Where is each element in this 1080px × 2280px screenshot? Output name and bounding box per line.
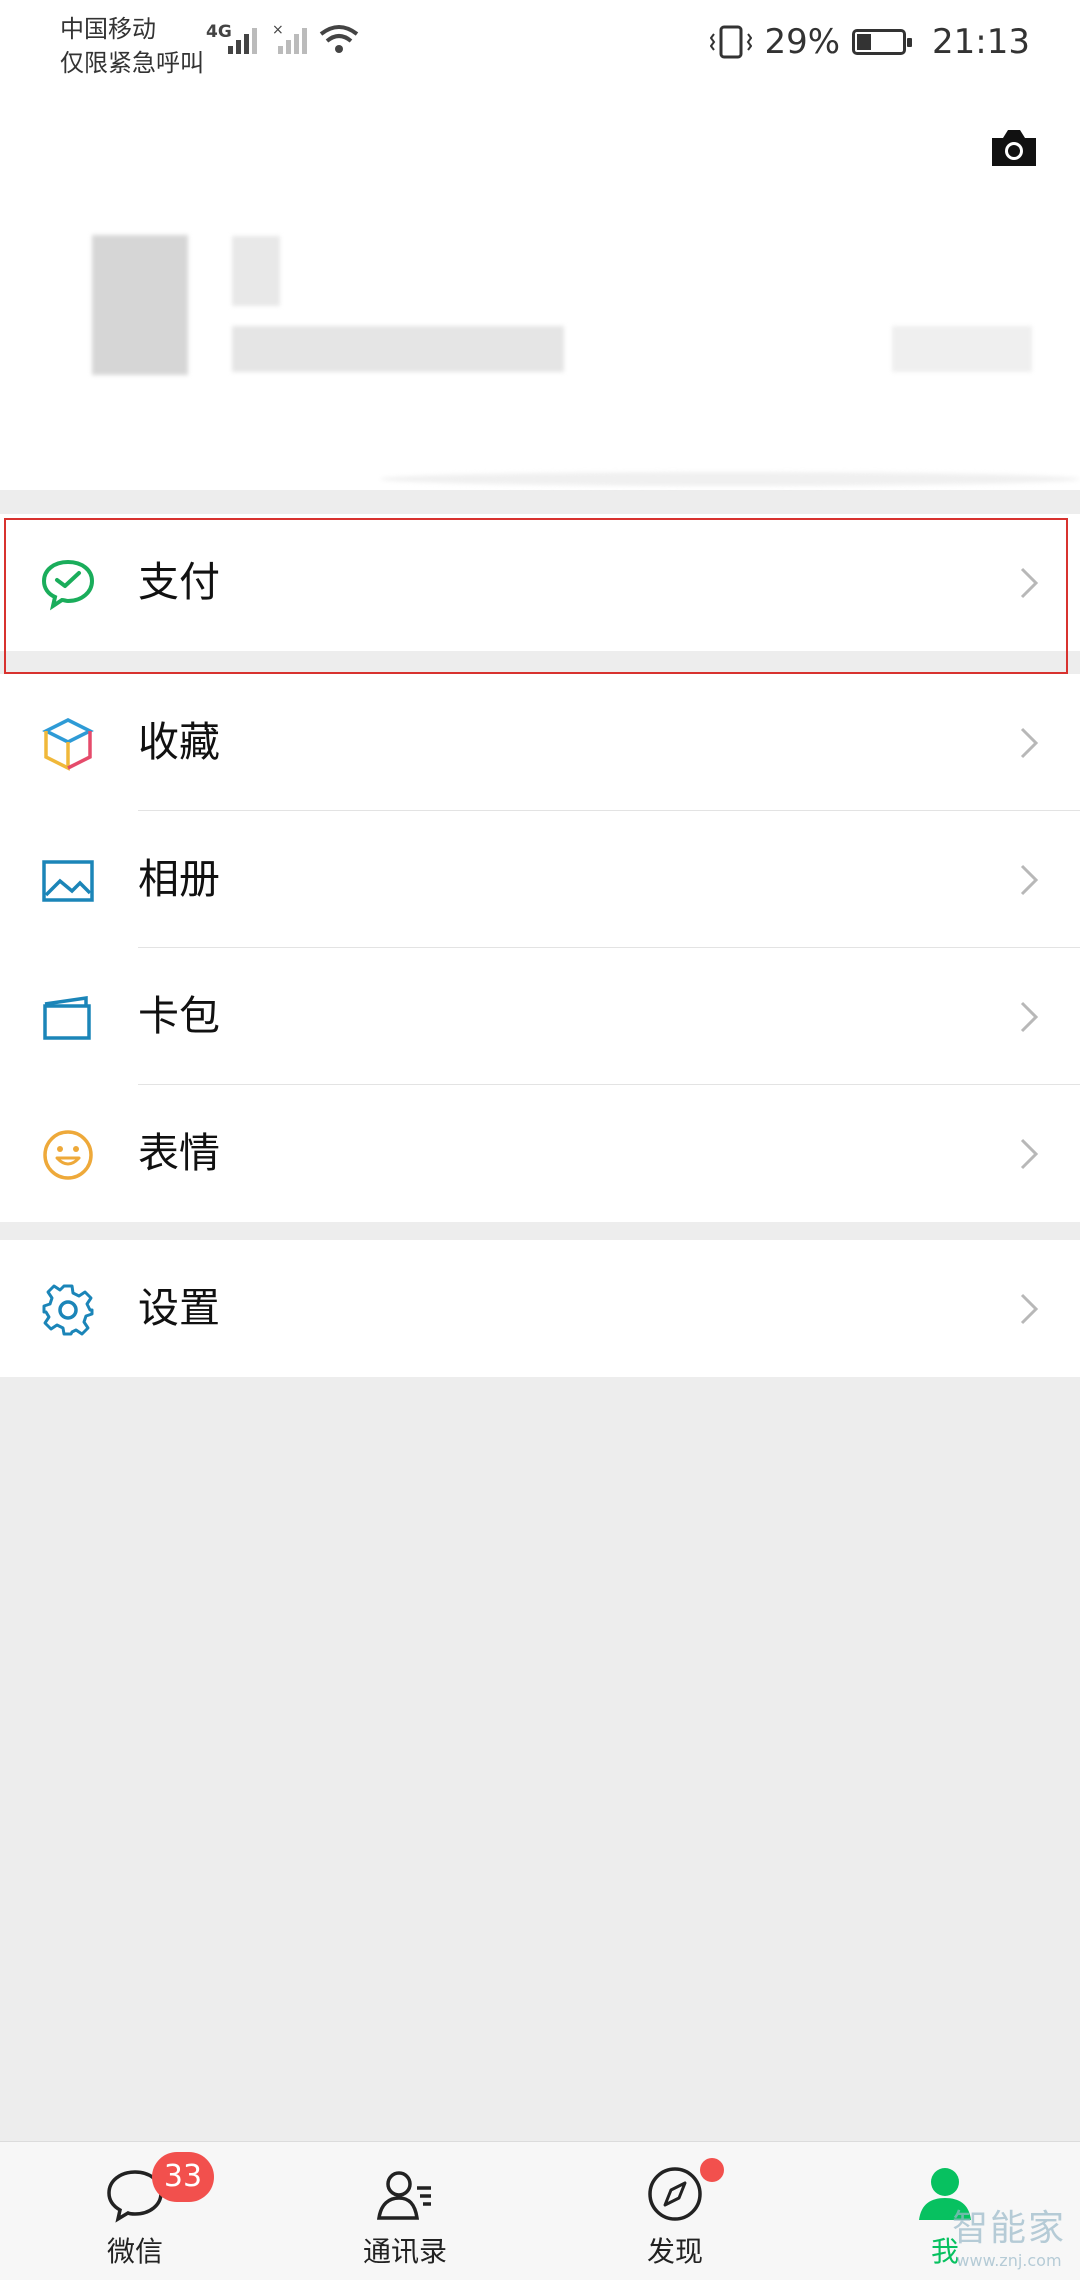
battery-icon [852, 29, 913, 55]
watermark: 智能家 www.znj.com [952, 2199, 1066, 2270]
cellular-signal-2-icon: × [272, 22, 307, 54]
menu-item-pay[interactable]: 支付 [0, 514, 1080, 651]
menu-item-album-label: 相册 [138, 855, 220, 903]
menu-item-stickers[interactable]: 表情 [0, 1085, 1080, 1222]
avatar[interactable] [92, 235, 188, 375]
compass-icon [648, 2167, 702, 2221]
favorites-cube-icon [42, 718, 94, 771]
chevron-right-icon [1020, 864, 1039, 896]
carrier-text: 中国移动 仅限紧急呼叫 [60, 12, 204, 80]
smiley-icon [43, 1130, 93, 1180]
wechat-id [232, 326, 564, 372]
contacts-icon [376, 2171, 431, 2220]
menu-item-cards[interactable]: 卡包 [0, 948, 1080, 1085]
camera-icon[interactable] [988, 126, 1040, 170]
menu-item-favorites[interactable]: 收藏 [0, 674, 1080, 811]
status-right: 29% 21:13 [710, 22, 1030, 62]
tab-bar: 33 微信 通讯录 发现 我 智能家 www.znj.com [0, 2141, 1080, 2280]
menu-item-pay-label: 支付 [138, 558, 220, 606]
wechat-pay-icon [41, 559, 95, 611]
nickname [232, 236, 280, 306]
tab-chats-label: 微信 [106, 2235, 163, 2268]
chevron-right-icon [1020, 1293, 1039, 1325]
unread-badge: 33 [152, 2152, 214, 2202]
clock: 21:13 [932, 22, 1030, 62]
tab-discover-label: 发现 [646, 2235, 703, 2268]
gear-icon [42, 1284, 94, 1336]
card-wallet-icon [43, 995, 91, 1040]
carrier-line1: 中国移动 [60, 15, 156, 43]
tab-contacts-label: 通讯录 [362, 2235, 447, 2268]
chevron-right-icon [1020, 567, 1039, 599]
menu-item-settings-label: 设置 [138, 1284, 220, 1332]
chevron-right-icon [1020, 727, 1039, 759]
svg-text:×: × [272, 22, 284, 38]
menu-item-album[interactable]: 相册 [0, 811, 1080, 948]
vibrate-icon [710, 25, 753, 59]
watermark-line2: www.znj.com [956, 2251, 1062, 2270]
new-dot-badge [700, 2158, 724, 2182]
menu-item-cards-label: 卡包 [138, 992, 220, 1040]
menu-item-stickers-label: 表情 [138, 1129, 220, 1177]
menu-item-settings[interactable]: 设置 [0, 1240, 1080, 1377]
carrier-line2: 仅限紧急呼叫 [60, 49, 204, 77]
menu-group-pay: 支付 [0, 514, 1080, 651]
tab-contacts[interactable]: 通讯录 [270, 2142, 540, 2280]
album-picture-icon [42, 860, 94, 902]
watermark-line1: 智能家 [951, 2208, 1066, 2249]
profile-wave [380, 472, 1080, 486]
qr-code-area[interactable] [892, 326, 1032, 372]
menu-group-settings: 设置 [0, 1240, 1080, 1377]
status-bar: 中国移动 仅限紧急呼叫 4G × 29% 21:13 [0, 0, 1080, 100]
menu-group-main: 收藏 相册 卡包 表情 [0, 674, 1080, 1222]
chevron-right-icon [1020, 1001, 1039, 1033]
chevron-right-icon [1020, 1138, 1039, 1170]
profile-header[interactable] [0, 100, 1080, 490]
tab-chats[interactable]: 33 微信 [0, 2142, 270, 2280]
menu-item-favorites-label: 收藏 [138, 718, 220, 766]
tab-discover[interactable]: 发现 [540, 2142, 810, 2280]
cellular-signal-icon [228, 28, 257, 54]
battery-percent: 29% [764, 22, 841, 62]
wifi-icon [319, 25, 359, 53]
